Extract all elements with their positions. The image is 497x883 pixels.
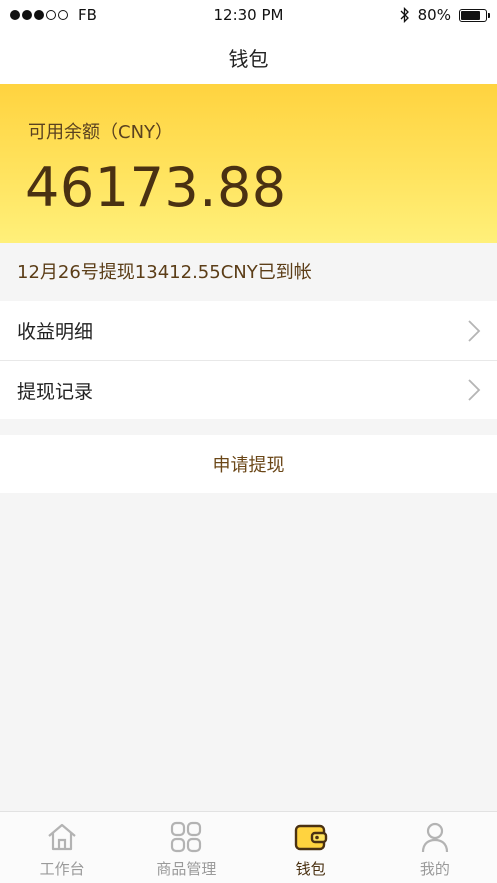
tab-label: 我的 — [419, 860, 450, 878]
battery-fill — [460, 10, 481, 20]
tab-label: 商品管理 — [156, 860, 217, 878]
page-title: 钱包 — [228, 46, 269, 71]
home-icon — [48, 823, 76, 851]
menu-list: 收益明细 提现记录 — [0, 301, 497, 419]
withdraw-notice: 12月26号提现13412.55CNY已到帐 — [0, 243, 497, 299]
tab-label: 工作台 — [39, 860, 85, 878]
balance-amount: 46173.88 — [25, 156, 287, 219]
grid-icon — [171, 821, 202, 853]
bluetooth-icon — [400, 7, 409, 23]
balance-label: 可用余额（CNY） — [28, 122, 174, 143]
carrier-name: FB — [78, 6, 97, 24]
earnings-detail-item[interactable]: 收益明细 — [0, 301, 497, 360]
tab-wallet[interactable]: 钱包 — [249, 812, 373, 883]
nav-bar: 钱包 — [0, 30, 497, 84]
apply-withdraw-button[interactable]: 申请提现 — [0, 435, 497, 493]
signal-strength-icon — [10, 10, 68, 20]
signal-group: FB — [10, 6, 160, 24]
menu-item-label: 提现记录 — [17, 380, 94, 403]
status-time: 12:30 PM — [213, 6, 284, 24]
tab-bar: 工作台 商品管理 钱包 我的 — [0, 811, 497, 883]
balance-card: 可用余额（CNY） 46173.88 — [0, 84, 497, 243]
chevron-right-icon — [468, 319, 481, 342]
tab-label: 钱包 — [295, 860, 326, 878]
status-bar: FB 12:30 PM 80% — [0, 0, 497, 30]
withdraw-history-item[interactable]: 提现记录 — [0, 360, 497, 419]
wallet-icon — [294, 824, 327, 851]
tab-product-management[interactable]: 商品管理 — [124, 812, 248, 883]
chevron-right-icon — [468, 379, 481, 401]
battery-percent: 80% — [417, 6, 451, 24]
user-icon — [421, 822, 448, 853]
notice-text: 12月26号提现13412.55CNY已到帐 — [17, 262, 312, 283]
menu-item-label: 收益明细 — [17, 321, 94, 343]
battery-group: 80% — [337, 6, 490, 24]
tab-mine[interactable]: 我的 — [373, 812, 497, 883]
battery-icon — [458, 8, 490, 22]
tab-workbench[interactable]: 工作台 — [0, 812, 124, 883]
apply-withdraw-label: 申请提现 — [212, 455, 285, 476]
